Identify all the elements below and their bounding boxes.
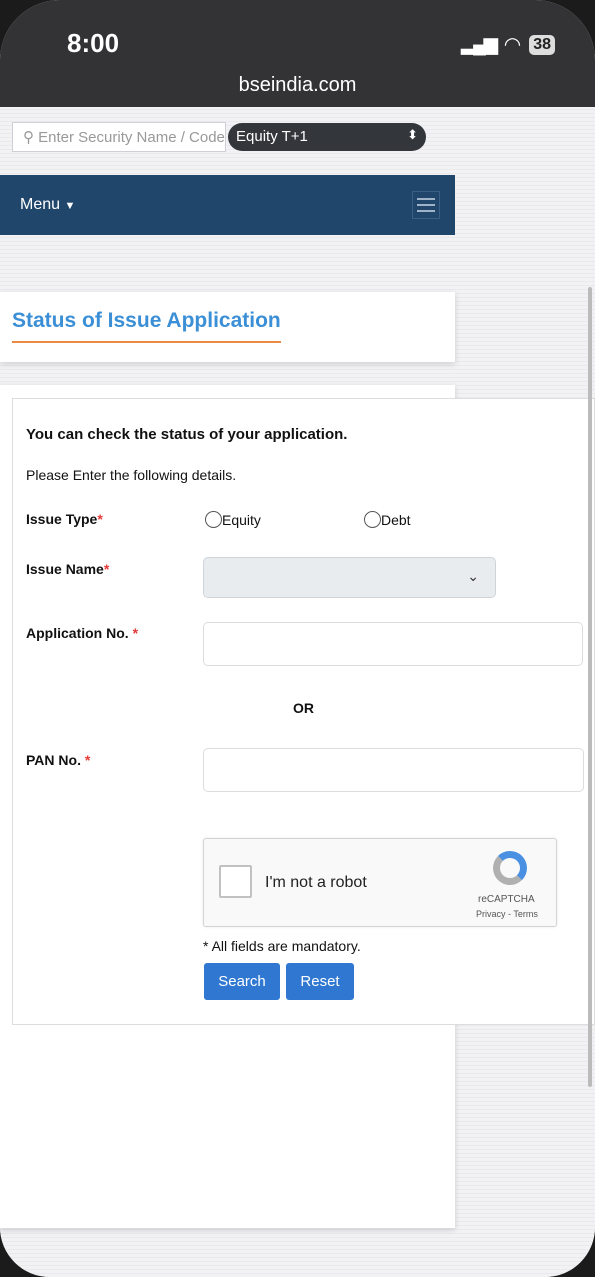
title-card: Status of Issue Application [0,292,455,362]
radio-equity[interactable]: Equity [205,511,261,528]
menu-dropdown[interactable]: Menu ▼ [20,196,75,214]
issue-name-label: Issue Name [26,561,104,577]
reset-button[interactable]: Reset [286,963,354,1000]
wifi-icon: ◠ [503,34,522,56]
issue-name-select[interactable]: ⌄ [203,557,496,598]
recaptcha-label: I'm not a robot [265,874,367,891]
or-separator: OR [293,700,314,716]
terms-link[interactable]: Terms [513,909,538,919]
chevron-down-icon: ⌄ [467,568,479,584]
radio-icon [205,511,222,528]
scrollbar[interactable] [588,287,592,1087]
battery-icon: 38 [529,34,555,55]
application-no-input[interactable] [203,622,583,666]
privacy-link[interactable]: Privacy [476,909,506,919]
chevron-updown-icon: ⬍ [407,127,418,142]
recaptcha-logo-icon [493,851,527,885]
issue-type-label: Issue Type [26,511,98,527]
pan-no-input[interactable] [203,748,584,792]
radio-icon [364,511,381,528]
search-icon: ⚲ [23,129,39,146]
recaptcha-widget: I'm not a robot reCAPTCHA Privacy - Term… [203,838,557,927]
status-form: You can check the status of your applica… [12,398,595,1025]
web-page: ⚲ Enter Security Name / Code Equity T+1 ⬍… [0,107,595,1277]
radio-debt[interactable]: Debt [364,511,411,528]
signal-icon: ▂▄▆ [461,34,497,54]
address-bar[interactable]: bseindia.com [0,74,595,97]
search-button[interactable]: Search [204,963,280,1000]
mandatory-note: * All fields are mandatory. [203,938,361,954]
nav-bar: Menu ▼ [0,175,455,235]
phone-screen: 8:00 ▂▄▆ ◠ 38 bseindia.com ⚲ Enter Secur… [0,0,595,1277]
application-no-label: Application No. [26,625,133,641]
pan-no-label: PAN No. [26,752,85,768]
segment-select[interactable]: Equity T+1 ⬍ [228,123,426,151]
hamburger-menu-icon[interactable] [412,191,440,219]
instruction-text: Please Enter the following details. [26,467,237,483]
recaptcha-checkbox[interactable] [219,865,252,898]
caret-down-icon: ▼ [64,200,76,212]
page-title: Status of Issue Application [12,309,281,343]
recaptcha-brand: reCAPTCHA [478,894,535,905]
status-bar: 8:00 ▂▄▆ ◠ 38 bseindia.com [0,0,595,107]
clock: 8:00 [67,28,120,58]
intro-text: You can check the status of your applica… [26,426,348,443]
security-search-input[interactable]: ⚲ Enter Security Name / Code [12,122,226,152]
